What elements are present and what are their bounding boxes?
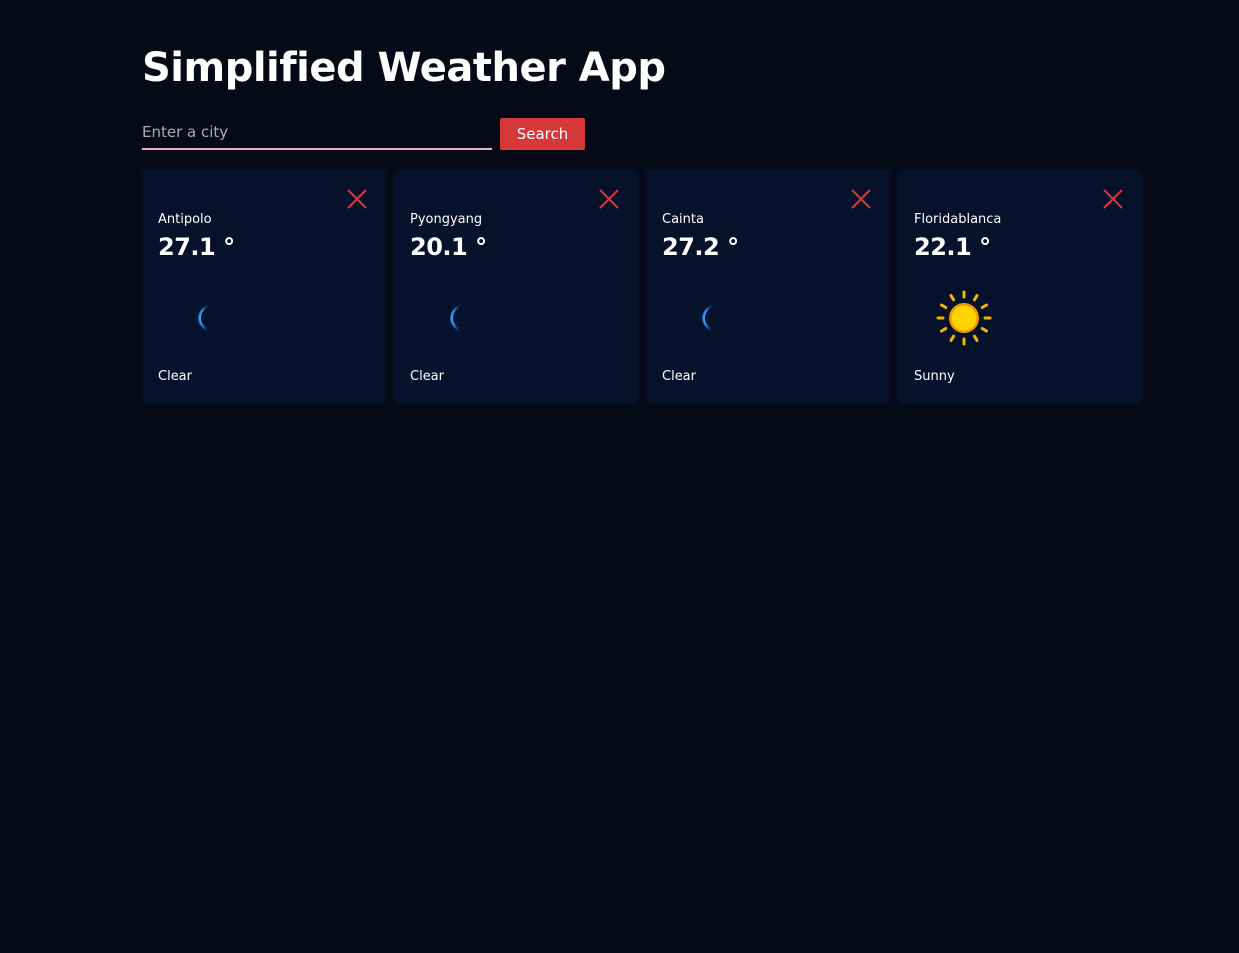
- weather-condition: Clear: [410, 369, 444, 384]
- weather-card: Antipolo 27.1 ° Clear: [142, 170, 386, 404]
- temperature: 27.2 °: [662, 233, 739, 261]
- page-title: Simplified Weather App: [142, 45, 666, 91]
- close-icon[interactable]: [346, 188, 368, 210]
- temperature: 20.1 °: [410, 233, 487, 261]
- close-icon[interactable]: [1102, 188, 1124, 210]
- close-icon[interactable]: [850, 188, 872, 210]
- temperature: 27.1 °: [158, 233, 235, 261]
- weather-condition: Clear: [158, 369, 192, 384]
- search-button[interactable]: Search: [500, 118, 585, 150]
- sun-icon: [936, 290, 992, 346]
- city-name: Cainta: [662, 212, 704, 227]
- city-name: Antipolo: [158, 212, 212, 227]
- moon-icon: [450, 305, 463, 331]
- city-search-input[interactable]: [142, 120, 492, 150]
- moon-icon: [198, 305, 211, 331]
- temperature: 22.1 °: [914, 233, 991, 261]
- weather-card-list: Antipolo 27.1 ° Clear Pyongyang 20.1 ° C…: [142, 170, 1142, 404]
- close-icon[interactable]: [598, 188, 620, 210]
- moon-icon: [702, 305, 715, 331]
- weather-card: Floridablanca 22.1 ° Sunny: [898, 170, 1142, 404]
- city-name: Pyongyang: [410, 212, 483, 227]
- weather-card: Cainta 27.2 ° Clear: [646, 170, 890, 404]
- search-bar: Search: [142, 118, 585, 150]
- weather-condition: Clear: [662, 369, 696, 384]
- weather-condition: Sunny: [914, 369, 955, 384]
- weather-card: Pyongyang 20.1 ° Clear: [394, 170, 638, 404]
- city-name: Floridablanca: [914, 212, 1002, 227]
